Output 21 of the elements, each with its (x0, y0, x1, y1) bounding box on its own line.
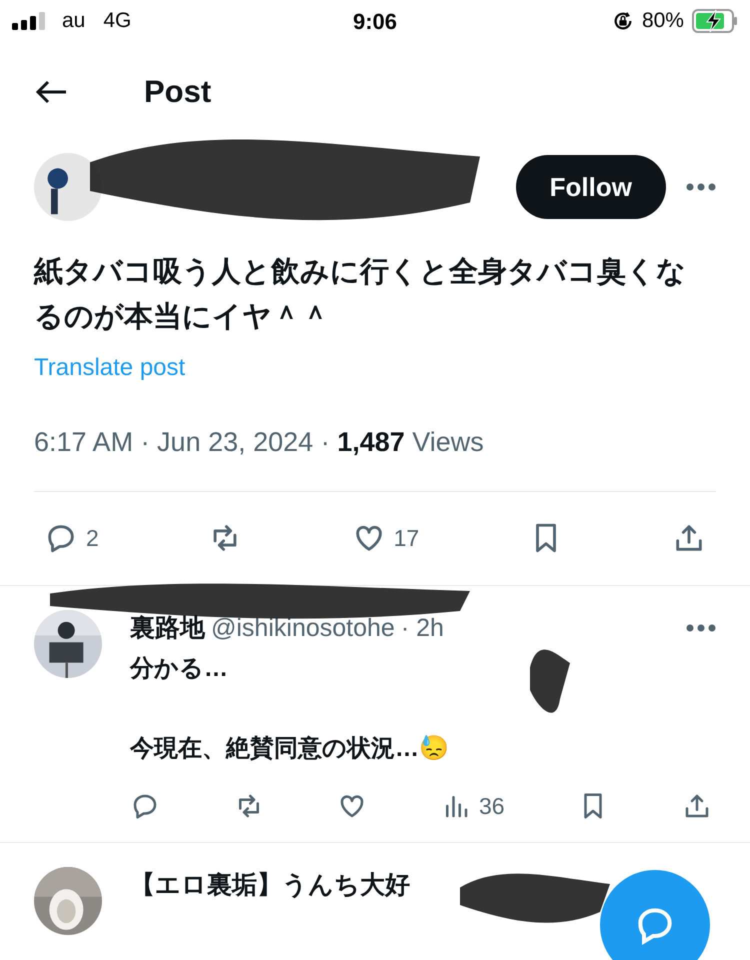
reply-time: · 2h (400, 612, 444, 644)
reply-author: 裏路地 (130, 612, 205, 644)
like-count: 17 (394, 524, 420, 553)
post-meta: 6:17 AM · Jun 23, 2024 · 1,487 Views (34, 426, 485, 459)
more-icon[interactable] (686, 624, 716, 632)
signal-icon (12, 12, 46, 30)
follow-button[interactable]: Follow (516, 155, 666, 219)
views-count: 36 (479, 792, 505, 821)
rotation-lock-icon (612, 10, 634, 32)
page-title: Post (144, 72, 212, 111)
battery-percent: 80% (642, 8, 684, 34)
reply-author: 【エロ裏垢】うんち大好 (130, 870, 410, 900)
network-label: 4G (103, 8, 132, 34)
post-text: 紙タバコ吸う人と飲みに行くと全身タバコ臭くなるのが本当にイヤ＾＾ (34, 255, 687, 335)
more-icon[interactable] (686, 183, 716, 191)
reply-count: 2 (86, 524, 99, 553)
reply-handle: @ishikinosotohe (211, 612, 395, 644)
back-arrow-icon[interactable] (36, 80, 68, 104)
reply-text: 分かる… 今現在、絶賛同意の状況…😓 (130, 654, 449, 764)
carrier-label: au (62, 8, 86, 34)
clock: 9:06 (352, 8, 398, 36)
